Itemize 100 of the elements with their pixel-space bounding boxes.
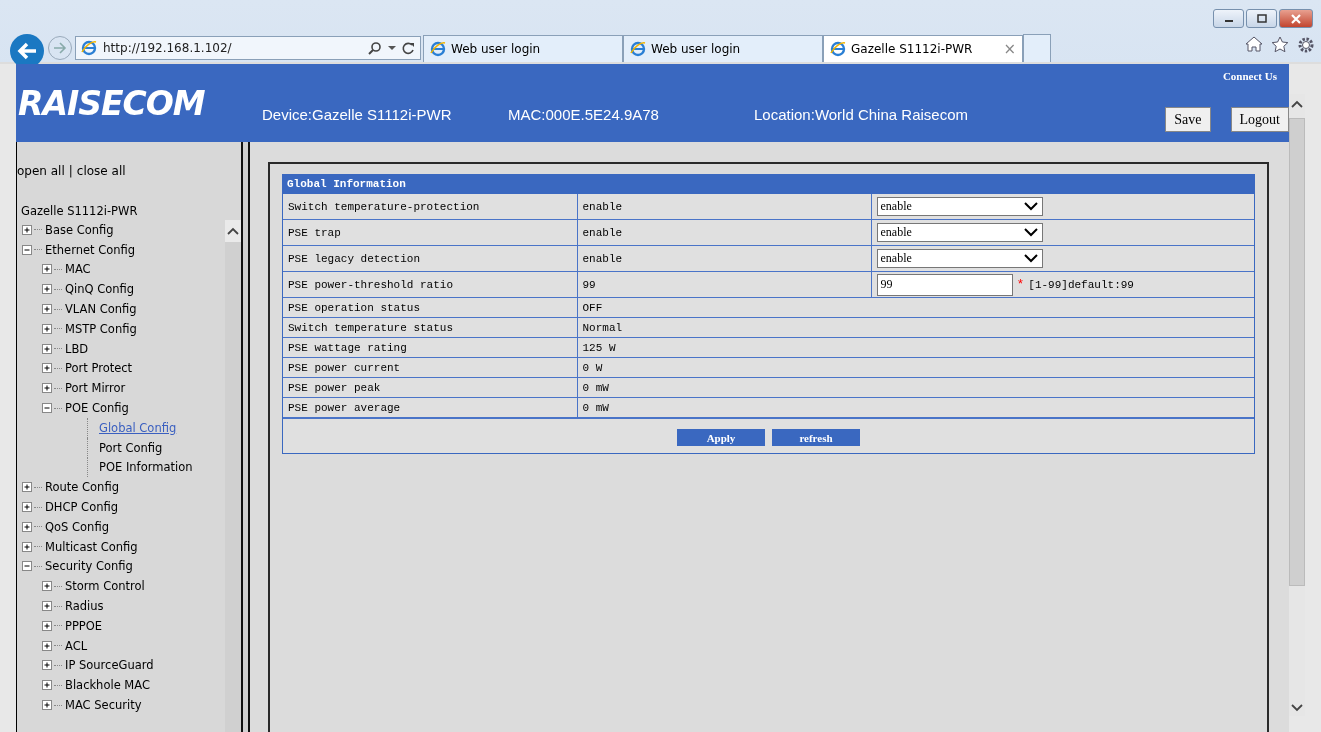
browser-tab[interactable]: Gazelle S1112i-PWR × <box>823 35 1023 62</box>
dropdown[interactable]: enable <box>876 223 1043 242</box>
expand-icon[interactable] <box>41 342 53 355</box>
tree-item[interactable]: Storm Control <box>65 579 145 594</box>
tree-item[interactable]: POE Config <box>65 401 129 416</box>
tree-link[interactable]: Port Config <box>99 440 163 455</box>
tree-item[interactable]: MSTP Config <box>65 321 137 336</box>
row-label: Switch temperature status <box>283 317 577 338</box>
home-icon[interactable] <box>1245 36 1263 52</box>
expand-icon[interactable] <box>41 600 53 613</box>
settings-icon[interactable] <box>1297 36 1315 54</box>
expand-icon[interactable] <box>41 263 53 276</box>
connect-link[interactable]: Connect Us <box>1222 70 1277 82</box>
open-all-link[interactable]: open all <box>17 164 65 192</box>
hint-text: [1-99]default:99 <box>1028 278 1134 291</box>
collapse-icon[interactable] <box>21 560 33 573</box>
tree-item[interactable]: LBD <box>65 341 89 356</box>
tree-item[interactable]: MAC Security <box>65 698 142 712</box>
dropdown-icon[interactable] <box>388 45 396 51</box>
expand-icon[interactable] <box>41 619 53 632</box>
refresh-icon[interactable] <box>402 41 415 55</box>
header-button[interactable]: Save <box>1165 107 1211 132</box>
expand-icon[interactable] <box>41 322 53 335</box>
row-label: PSE operation status <box>283 297 577 318</box>
browser-icon <box>430 41 446 57</box>
expand-icon[interactable] <box>41 283 53 296</box>
search-icon[interactable] <box>368 41 382 55</box>
expand-icon[interactable] <box>41 639 53 652</box>
expand-icon[interactable] <box>41 659 53 672</box>
browser-tab[interactable]: Web user login <box>623 35 823 62</box>
expand-icon[interactable] <box>21 540 33 553</box>
scroll-up-icon[interactable] <box>227 227 239 235</box>
expand-icon[interactable] <box>21 481 33 494</box>
row-label: PSE wattage rating <box>283 337 577 358</box>
tree-item[interactable]: VLAN Config <box>65 302 137 317</box>
collapse-icon[interactable] <box>21 243 33 256</box>
header-button[interactable]: Logout <box>1230 107 1289 132</box>
chevron-icon <box>1023 228 1038 237</box>
tree-item[interactable]: QinQ Config <box>65 282 135 297</box>
expand-icon[interactable] <box>41 679 53 692</box>
tree-item[interactable]: Base Config <box>45 222 114 237</box>
tree-link[interactable]: POE Information <box>99 460 193 475</box>
tree-item[interactable]: MAC <box>65 262 91 277</box>
row-label: PSE legacy detection <box>283 245 577 272</box>
tree-item[interactable]: Ethernet Config <box>45 242 136 257</box>
tree-item[interactable]: Multicast Config <box>45 539 138 554</box>
expand-icon[interactable] <box>21 223 33 236</box>
mac-address: MAC:000E.5E24.9A78 <box>508 105 660 123</box>
row-label: PSE power peak <box>283 377 577 398</box>
browser-icon <box>830 41 846 57</box>
action-button[interactable]: Apply <box>677 429 765 446</box>
logo: RAISECOM <box>18 83 206 123</box>
expand-icon[interactable] <box>21 520 33 533</box>
minimize-button[interactable] <box>1213 9 1244 28</box>
tree-item[interactable]: IP SourceGuard <box>65 658 154 673</box>
scroll-up-icon[interactable] <box>1291 100 1303 108</box>
address-bar[interactable]: http://192.168.1.102/ <box>75 36 421 60</box>
expand-icon[interactable] <box>41 362 53 375</box>
scroll-down-icon[interactable] <box>1291 704 1303 712</box>
star-icon[interactable] <box>1271 36 1289 53</box>
row-label: PSE power average <box>283 397 577 418</box>
tree-root[interactable]: Gazelle S1112i-PWR <box>17 204 225 220</box>
dropdown[interactable]: enable <box>876 249 1043 268</box>
row-label: Switch temperature-protection <box>283 194 577 220</box>
tree-link[interactable]: Global Config <box>99 420 177 435</box>
tree-item[interactable]: ACL <box>65 638 88 653</box>
row-label: PSE power current <box>283 357 577 378</box>
location-text: Location:World China Raisecom <box>754 105 968 123</box>
back-arrow-icon <box>16 41 38 61</box>
browser-tab[interactable]: Web user login <box>423 35 623 62</box>
expand-icon[interactable] <box>41 699 53 711</box>
close-all-link[interactable]: close all <box>76 164 126 192</box>
dropdown[interactable]: enable <box>876 197 1043 216</box>
close-tab-button[interactable]: × <box>1003 40 1016 58</box>
tree-item[interactable]: Blackhole MAC <box>65 678 150 693</box>
expand-icon[interactable] <box>21 501 33 514</box>
tree-item[interactable]: QoS Config <box>45 519 109 534</box>
action-button[interactable]: refresh <box>772 429 860 446</box>
tree-item[interactable]: Radius <box>65 599 104 614</box>
row-label: PSE trap <box>283 219 577 246</box>
tree-item[interactable]: PPPOE <box>65 618 103 633</box>
chevron-icon <box>1023 202 1038 211</box>
tree-item[interactable]: Security Config <box>45 559 133 574</box>
expand-icon[interactable] <box>41 580 53 593</box>
close-button[interactable] <box>1279 9 1313 28</box>
maximize-button[interactable] <box>1246 9 1277 28</box>
collapse-icon[interactable] <box>41 402 53 415</box>
expand-icon[interactable] <box>41 382 53 395</box>
row-value: enable <box>577 219 871 246</box>
expand-icon[interactable] <box>41 303 53 316</box>
tree-item[interactable]: Port Mirror <box>65 381 126 396</box>
scrollbar[interactable] <box>225 220 241 732</box>
tree-item[interactable]: DHCP Config <box>45 500 119 515</box>
row-value: 99 <box>577 271 871 298</box>
browser-icon <box>630 41 646 57</box>
row-value: enable <box>577 194 871 220</box>
tree-item[interactable]: Route Config <box>45 480 119 495</box>
input-field[interactable]: 99 <box>876 273 1013 296</box>
chevron-icon <box>1023 254 1038 263</box>
tree-item[interactable]: Port Protect <box>65 361 133 376</box>
